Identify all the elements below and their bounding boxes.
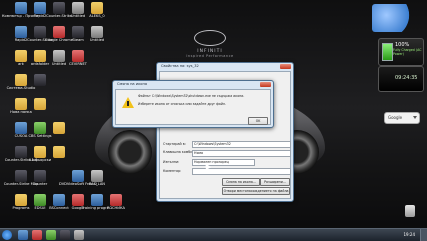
game-icon: [34, 170, 46, 182]
wallpaper-wheel-left: [108, 130, 152, 174]
file-icon: [91, 26, 103, 38]
show-desktop-button[interactable]: [420, 229, 427, 241]
start-button[interactable]: [2, 230, 12, 240]
dialog-close-button[interactable]: [260, 82, 271, 87]
dialog-title: Смяна на икона: [117, 82, 148, 86]
battery-status: Fully Charged (AC Power): [393, 48, 422, 56]
open-file-location-button[interactable]: Отвори местонахождението на файла: [222, 187, 290, 195]
desktop-icon-label: ALEKS_0: [89, 14, 105, 18]
desktop-icon-label: CEVIRNET: [69, 62, 87, 66]
infiniti-logo-icon: [194, 30, 226, 46]
desktop-icon[interactable]: CEVIRNET: [59, 50, 97, 74]
desktop-icon-label: РОСНИКА: [107, 206, 125, 210]
change-icon-button[interactable]: Смяна на икона...: [222, 178, 260, 186]
tray-clock[interactable]: 19:24: [403, 232, 415, 237]
search-engine-label: Google: [388, 115, 403, 120]
desktop-icon[interactable]: РОСНИКА: [97, 194, 135, 218]
folder-icon: [91, 2, 103, 14]
game-icon: [34, 74, 46, 86]
warning-exclamation: [127, 101, 129, 106]
desktop-icon-label: BAL_LAN: [89, 182, 105, 186]
desktop-icon-label: Counter: [32, 182, 48, 186]
app-icon: [72, 50, 84, 62]
recycle-bin-icon[interactable]: [405, 205, 415, 217]
desktop-icon[interactable]: [40, 146, 78, 170]
dialog-body: Файлът C:\Windows\System32\shutdown.exe …: [115, 89, 271, 125]
desktop-icon[interactable]: [21, 74, 59, 98]
battery-icon: [382, 43, 393, 61]
desktop-icon[interactable]: Counter: [21, 170, 59, 194]
taskbar-app-icon[interactable]: [46, 230, 56, 240]
weather-gadget[interactable]: [372, 4, 420, 32]
hotkey-field[interactable]: Няма: [192, 150, 291, 157]
close-button[interactable]: [280, 64, 291, 69]
folder-icon: [34, 98, 46, 110]
advanced-button[interactable]: Разширени...: [260, 178, 290, 186]
clock-time: 09:24:35: [395, 75, 418, 81]
file-icon: [91, 170, 103, 182]
ok-button[interactable]: OK: [248, 117, 268, 125]
desktop-icon[interactable]: [21, 98, 59, 122]
battery-gadget[interactable]: 100% Fully Charged (AC Power): [378, 38, 424, 66]
window-title: Свойства на: sys_32: [161, 64, 199, 68]
folder-icon: [53, 122, 65, 134]
dialog-message-2: Изберете икона от списъка или задайте др…: [138, 102, 226, 106]
app-icon: [110, 194, 122, 206]
desktop-icon-label: Untitled: [89, 38, 105, 42]
run-label: Изпълни:: [163, 160, 180, 164]
clock-gadget[interactable]: 09:24:35: [378, 66, 424, 92]
chevron-down-icon: [413, 116, 417, 119]
taskbar-explorer-icon[interactable]: [18, 230, 28, 240]
dialog-message-1: Файлът C:\Windows\System32\shutdown.exe …: [138, 94, 245, 98]
search-gadget[interactable]: Google: [384, 112, 420, 124]
brand-tagline: Inspired Performance: [186, 54, 234, 58]
wallpaper-brand: INFINITI Inspired Performance: [170, 30, 250, 58]
taskbar-game-icon[interactable]: [60, 230, 70, 240]
change-icon-dialog[interactable]: Смяна на икона Файлът C:\Windows\System3…: [112, 80, 274, 128]
run-select[interactable]: Нормален прозорец: [192, 159, 255, 166]
desktop-icon[interactable]: Untitled: [78, 26, 116, 50]
taskbar: 19:24: [0, 228, 427, 241]
desktop-icon[interactable]: ALEKS_0: [78, 2, 116, 26]
start-in-field[interactable]: C:\Windows\System32: [192, 141, 291, 148]
folder-icon: [53, 146, 65, 158]
desktop-icon[interactable]: [40, 122, 78, 146]
taskbar-media-icon[interactable]: [32, 230, 42, 240]
start-in-label: Стартирай в:: [163, 142, 186, 146]
comment-label: Коментар:: [163, 169, 182, 173]
taskbar-window-icon[interactable]: [74, 230, 84, 240]
desktop-icon[interactable]: BAL_LAN: [78, 170, 116, 194]
